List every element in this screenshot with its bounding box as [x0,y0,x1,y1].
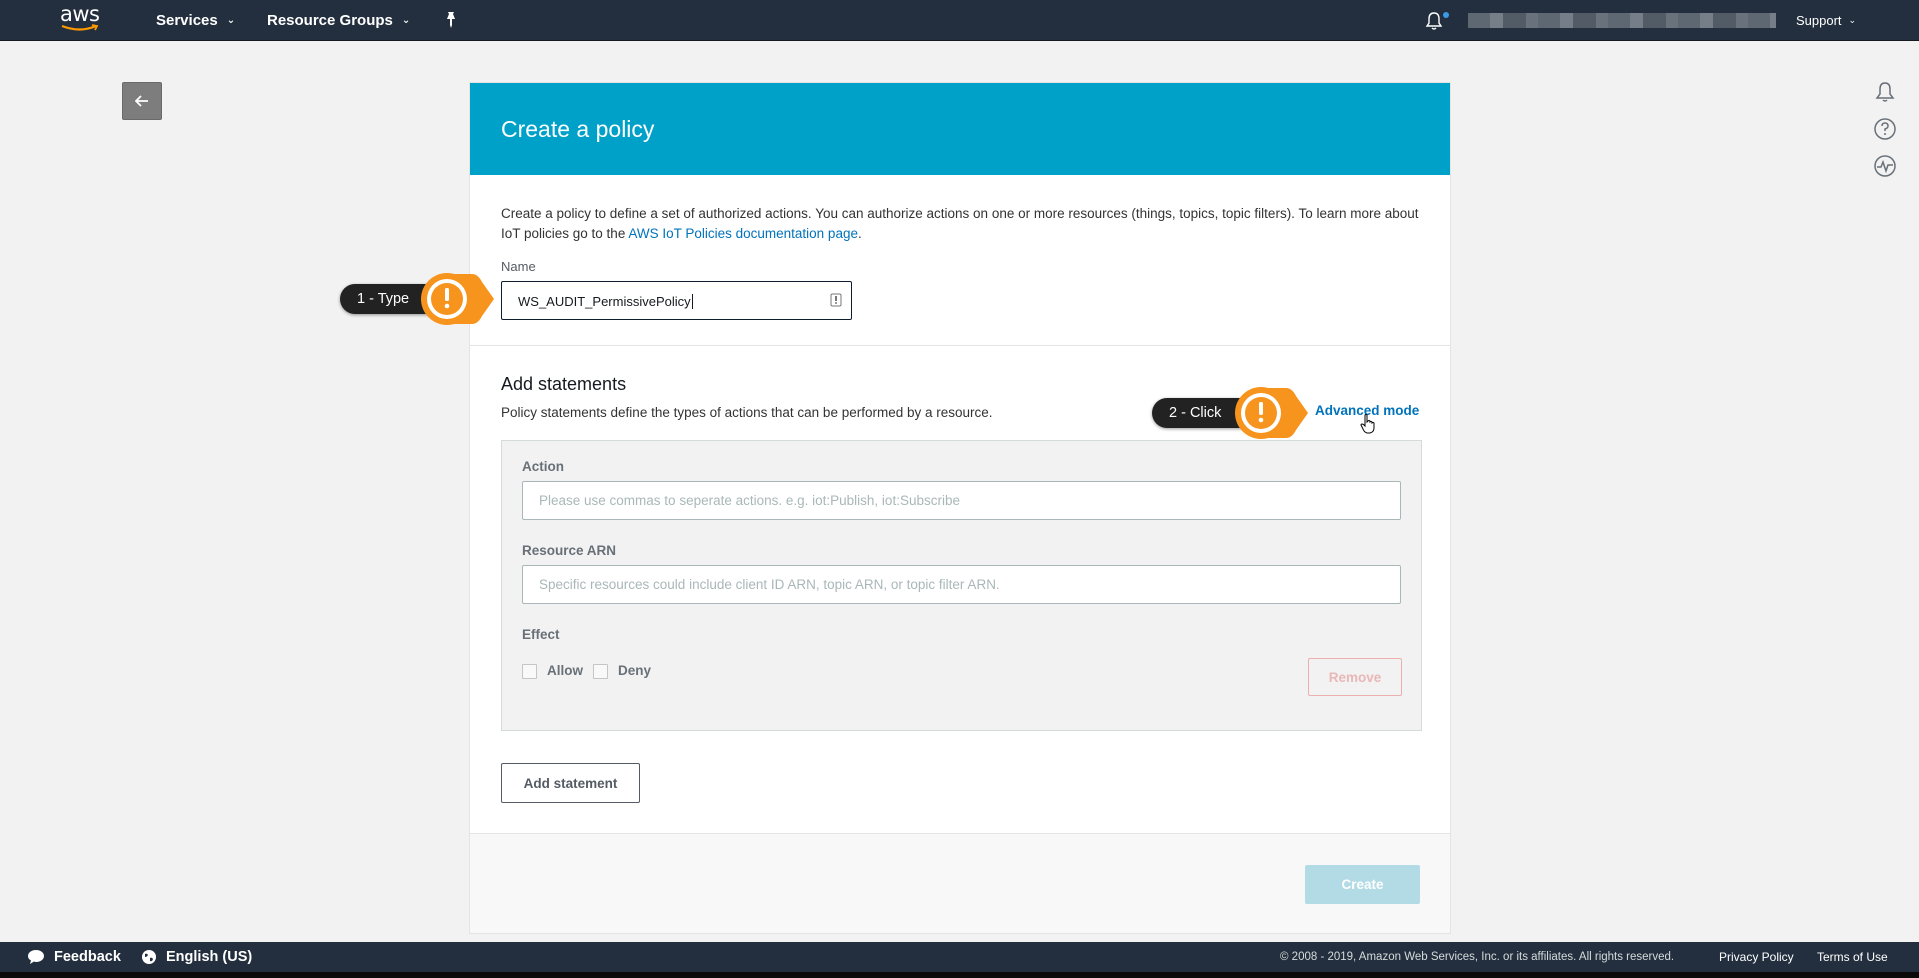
chevron-down-icon: ⌄ [1848,15,1857,25]
feedback-link[interactable]: Feedback [27,942,121,972]
aws-logo[interactable]: aws [60,4,106,36]
resource-groups-label: Resource Groups [267,12,393,29]
back-button[interactable] [122,82,162,120]
create-button[interactable]: Create [1305,865,1420,904]
arrow-left-icon [135,95,148,107]
add-statement-button[interactable]: Add statement [501,763,640,803]
bell-icon[interactable] [1424,11,1444,31]
warning-badge-icon [1235,387,1308,439]
effect-label: Effect [522,627,560,642]
callout-step-1-label: 1 - Type [357,291,410,307]
warning-badge-icon [421,273,494,325]
policy-statement: Action Please use commas to seperate act… [501,440,1422,731]
add-statements-description: Policy statements define the types of ac… [501,405,993,420]
privacy-policy-link[interactable]: Privacy Policy [1719,942,1794,972]
resource-arn-input[interactable]: Specific resources could include client … [522,565,1401,604]
speech-bubble-icon [28,950,44,964]
policy-name-value: WS_AUDIT_PermissivePolicy [518,293,691,309]
page-title: Create a policy [501,116,655,142]
services-menu[interactable]: Services ⌄ [156,0,235,41]
screen-edge [0,972,1919,978]
terms-of-use-link[interactable]: Terms of Use [1817,942,1888,972]
top-navigation-bar: aws Services ⌄ Resource Groups ⌄ Support… [0,0,1919,41]
resource-arn-placeholder: Specific resources could include client … [539,577,1000,592]
hand-cursor-icon [1360,414,1375,434]
policy-name-input[interactable]: WS_AUDIT_PermissivePolicy [501,281,852,320]
allow-label[interactable]: Allow [547,663,583,678]
support-label: Support [1796,13,1842,28]
pin-icon[interactable] [443,11,459,29]
copyright-text: © 2008 - 2019, Amazon Web Services, Inc.… [1280,951,1675,963]
resource-groups-menu[interactable]: Resource Groups ⌄ [267,0,410,41]
intro-end: . [857,226,862,241]
divider [470,345,1450,346]
action-label: Action [522,459,564,474]
text-caret [691,293,693,309]
action-placeholder: Please use commas to seperate actions. e… [539,493,960,508]
notification-dot [1443,12,1449,18]
language-label: English (US) [166,949,253,965]
panel-footer [470,834,1450,933]
language-selector[interactable]: English (US) [141,942,252,972]
remove-statement-button[interactable]: Remove [1308,658,1402,696]
services-label: Services [156,12,218,29]
chevron-down-icon: ⌄ [226,15,236,26]
panel-header: Create a policy [470,83,1450,175]
pulse-circle-icon[interactable] [1873,154,1897,178]
deny-checkbox[interactable] [593,664,608,679]
iot-policies-doc-link[interactable]: AWS IoT Policies documentation page [628,226,858,241]
action-input[interactable]: Please use commas to seperate actions. e… [522,481,1401,520]
support-menu[interactable]: Support ⌄ [1796,0,1856,41]
deny-label[interactable]: Deny [618,663,651,678]
account-menu-redacted[interactable] [1468,13,1776,28]
chevron-down-icon: ⌄ [401,15,411,26]
aws-smile-icon [61,24,99,31]
question-circle-icon[interactable] [1873,117,1897,141]
intro-text: Create a policy to define a set of autho… [501,204,1421,244]
name-label: Name [501,259,536,274]
key-icon [830,293,842,307]
add-statements-heading: Add statements [501,374,627,394]
create-policy-panel: Create a policy Create a policy to defin… [469,82,1451,934]
callout-step-2-label: 2 - Click [1169,405,1222,421]
resource-arn-label: Resource ARN [522,543,617,558]
feedback-label: Feedback [54,949,121,965]
aws-logo-text: aws [60,2,100,26]
globe-icon [142,950,156,964]
bell-outline-icon[interactable] [1873,80,1897,104]
allow-checkbox[interactable] [522,664,537,679]
